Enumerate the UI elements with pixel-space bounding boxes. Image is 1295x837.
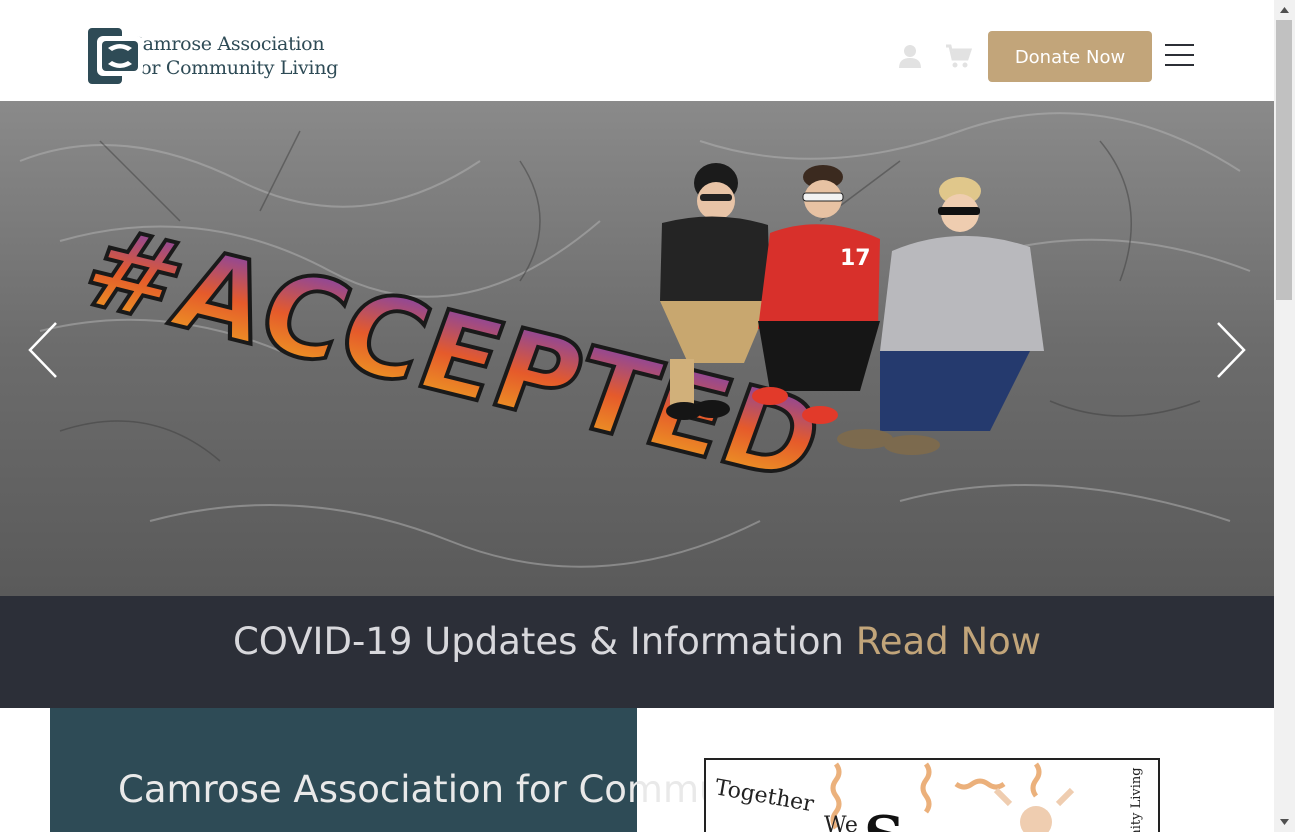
about-section: Camrose Association for Community Living	[50, 708, 914, 832]
donate-now-button[interactable]: Donate Now	[988, 31, 1152, 82]
page: Camrose Association For Community Living…	[0, 0, 1274, 832]
slider-prev-button[interactable]	[24, 321, 64, 381]
hamburger-menu-icon[interactable]	[1165, 44, 1194, 66]
scroll-up-button[interactable]	[1274, 0, 1295, 20]
site-header: Camrose Association For Community Living…	[0, 0, 1274, 101]
scroll-thumb[interactable]	[1276, 20, 1292, 300]
logo-line-2: For Community Living	[128, 57, 338, 79]
promo-together: Together	[713, 775, 816, 817]
site-logo[interactable]: Camrose Association For Community Living	[88, 27, 338, 85]
chevron-left-icon	[28, 322, 57, 378]
logo-text: Camrose Association For Community Living	[128, 32, 338, 80]
cart-icon[interactable]	[944, 42, 973, 70]
covid-banner: COVID-19 Updates & Information Read Now	[0, 596, 1274, 708]
covid-banner-text: COVID-19 Updates & Information	[232, 620, 844, 663]
chevron-right-icon	[1217, 322, 1246, 378]
logo-mark-icon	[88, 28, 143, 84]
svg-text:17: 17	[840, 246, 871, 271]
logo-line-1: Camrose Association	[128, 33, 325, 55]
promo-we: We	[824, 813, 858, 832]
triangle-down-icon	[1280, 819, 1289, 825]
user-icon[interactable]	[896, 42, 924, 70]
svg-text:S: S	[864, 804, 904, 832]
promo-side-text: unity Living	[1129, 767, 1144, 832]
hero-image: #ACCEPTED 17	[0, 101, 1274, 596]
promo-image[interactable]: Together We S unity Living	[704, 758, 1160, 832]
slider-next-button[interactable]	[1212, 321, 1252, 381]
triangle-up-icon	[1280, 7, 1289, 13]
read-now-link[interactable]: Read Now	[856, 620, 1041, 663]
hero-slider: #ACCEPTED 17	[0, 101, 1274, 596]
scroll-down-button[interactable]	[1274, 812, 1295, 832]
page-scrollbar[interactable]	[1274, 0, 1295, 832]
